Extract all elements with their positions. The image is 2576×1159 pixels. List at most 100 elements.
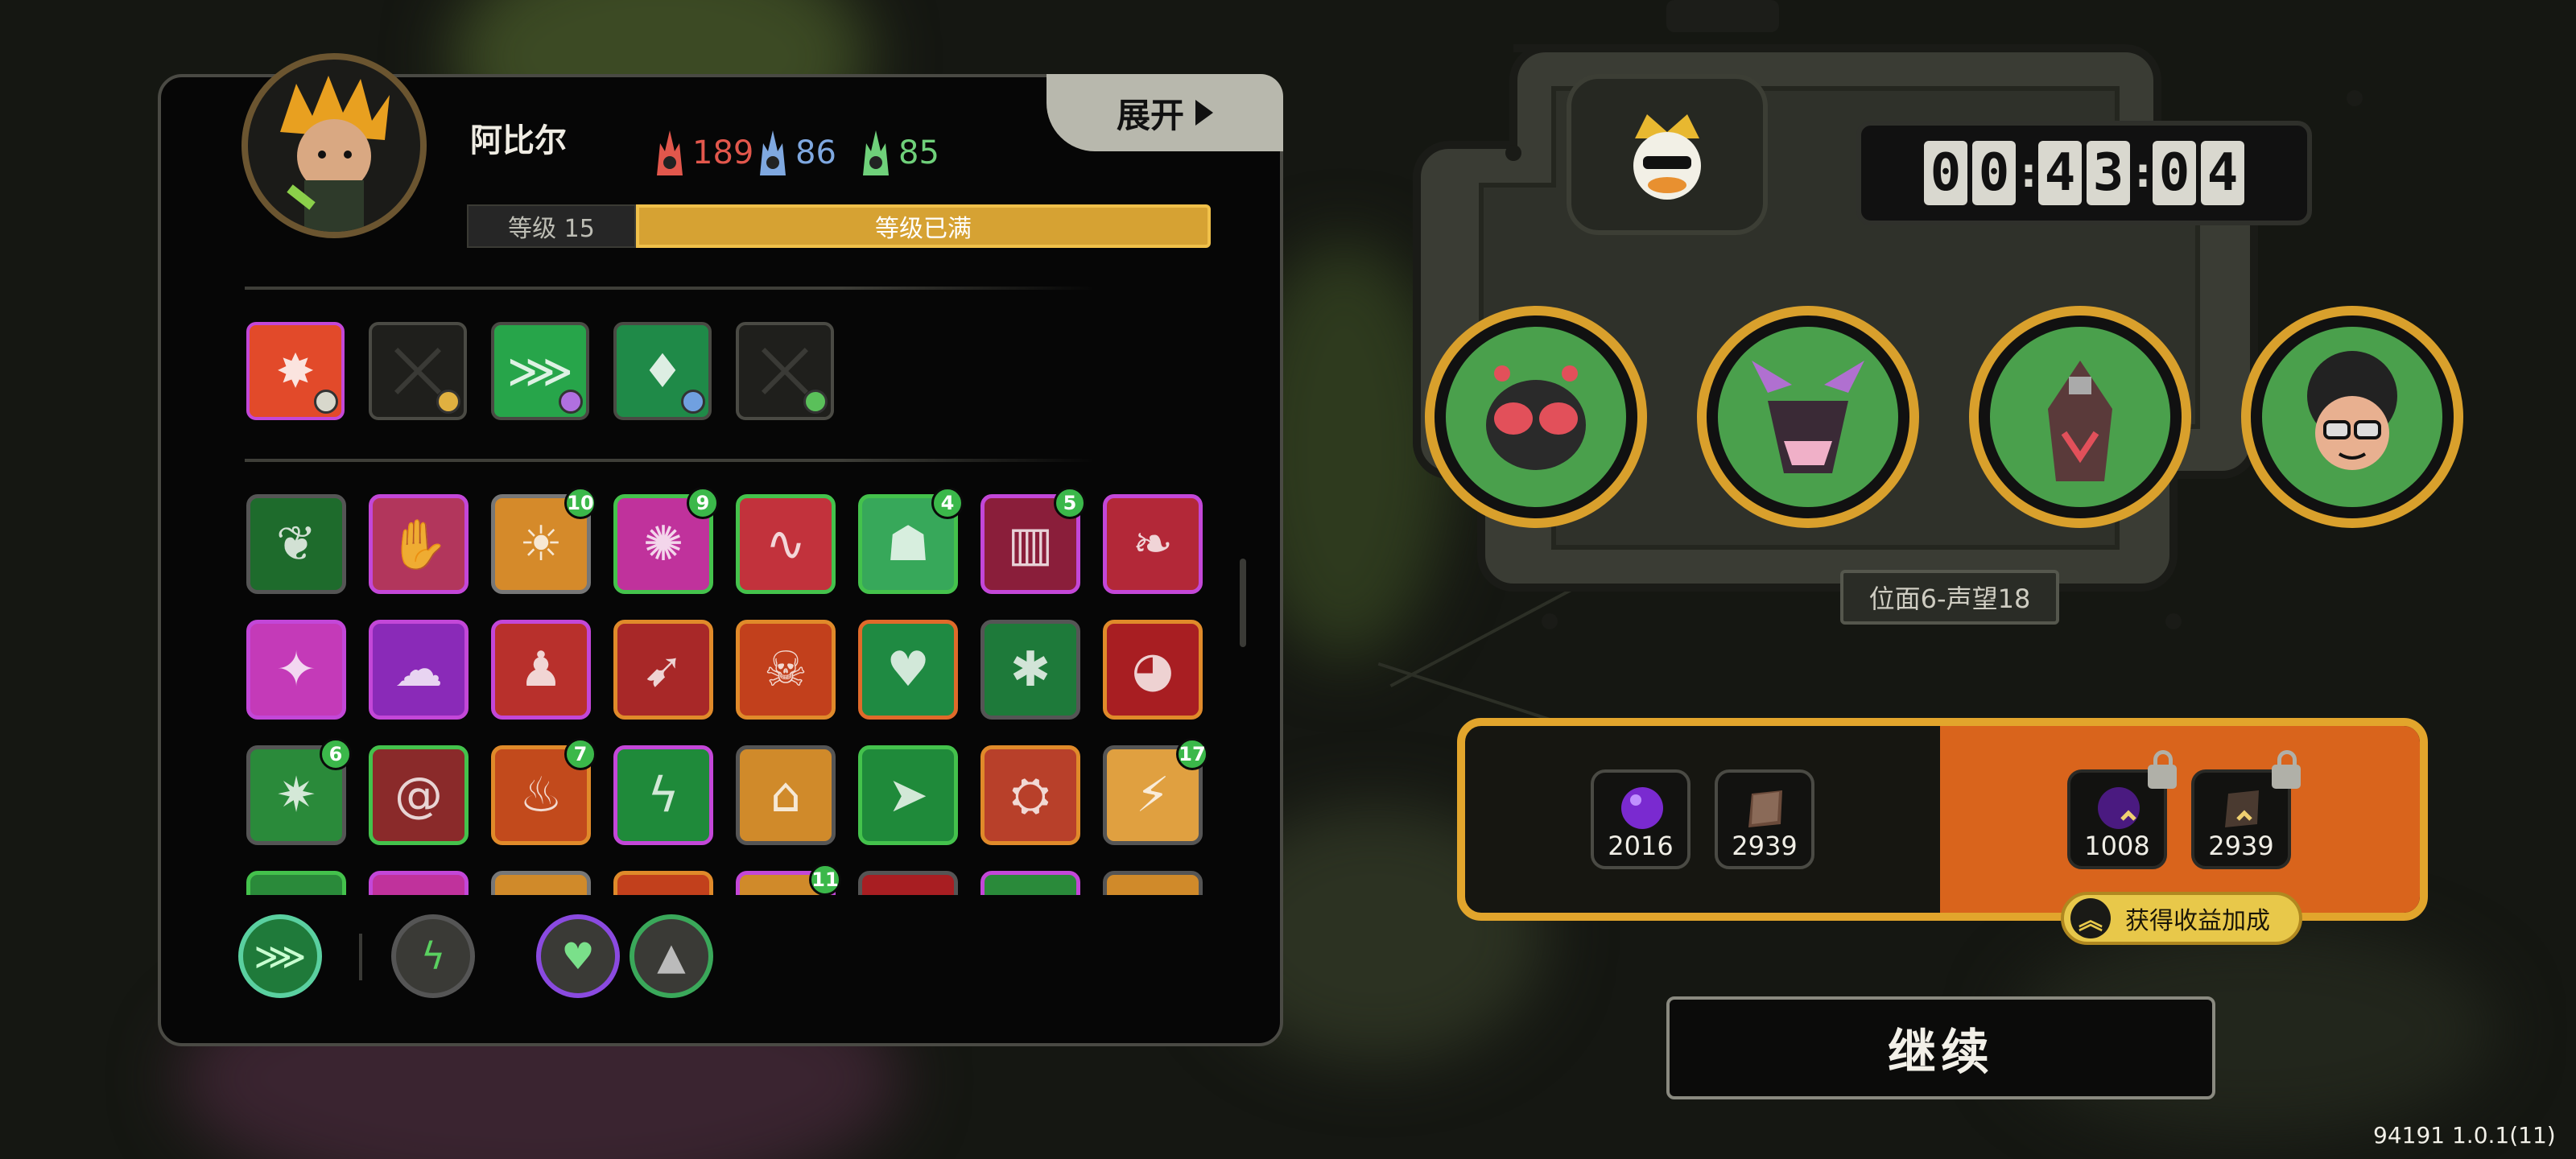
- timer-digit: 3: [2087, 141, 2130, 205]
- item-slot[interactable]: ☁: [369, 620, 469, 720]
- enemy-slot-1[interactable]: [1425, 306, 1647, 528]
- demon-face-icon: ☠: [764, 641, 807, 698]
- continue-button[interactable]: 继续: [1666, 996, 2215, 1099]
- enemy-slot-4[interactable]: [2241, 306, 2463, 528]
- lock-icon: [2272, 750, 2301, 789]
- triangle-filter-button[interactable]: ▲: [630, 914, 713, 998]
- blue-soul-value: 86: [795, 134, 836, 171]
- shrine-icon: ⌂: [770, 767, 802, 823]
- stack-count-badge: 9: [687, 488, 719, 519]
- item-slot[interactable]: ◎: [613, 871, 713, 895]
- level-status: 等级已满: [636, 204, 1211, 248]
- level-label: 等级 15: [467, 204, 636, 248]
- enemy-slot-3[interactable]: [1969, 306, 2191, 528]
- timer-digit: 0: [1924, 141, 1967, 205]
- item-slot[interactable]: ◐: [1103, 871, 1203, 895]
- item-partial-4-icon: ◎: [617, 875, 709, 895]
- section-divider-top: [245, 287, 1095, 290]
- income-bonus-button[interactable]: ︽ 获得收益加成: [2061, 892, 2302, 945]
- item-slot[interactable]: ∿: [736, 494, 836, 594]
- equip-slot-empty-1[interactable]: [369, 322, 467, 420]
- item-slot[interactable]: ♥: [858, 620, 958, 720]
- shield-icon: ⛭: [1011, 767, 1050, 823]
- lightning-icon: ϟ: [647, 767, 679, 823]
- item-slot[interactable]: ☠: [736, 620, 836, 720]
- item-slot[interactable]: ❧: [1103, 494, 1203, 594]
- item-slot[interactable]: 〰: [491, 871, 591, 895]
- stack-count-badge: 4: [931, 488, 964, 519]
- claw-filter-button[interactable]: ⋙: [238, 914, 322, 998]
- green-soul-icon: [863, 130, 889, 175]
- item-slot[interactable]: ✿: [246, 871, 346, 895]
- spike-icon: ➹: [642, 641, 684, 698]
- item-slot[interactable]: ☀ 10: [491, 488, 597, 594]
- item-grid-scrollbar[interactable]: [1240, 559, 1246, 647]
- equip-slot-green-claw[interactable]: ⋙: [491, 322, 589, 420]
- item-partial-2-icon: ✧: [373, 875, 464, 895]
- item-slot[interactable]: ☰: [858, 871, 958, 895]
- lightning-icon: ϟ: [420, 934, 446, 978]
- equip-slot-green-crystal[interactable]: ♦: [613, 322, 712, 420]
- reward-purple-orb[interactable]: 2016: [1591, 769, 1690, 869]
- slot-type-icon: [559, 390, 583, 414]
- item-slot[interactable]: ✋: [369, 494, 469, 594]
- timer-digit: 4: [2201, 141, 2244, 205]
- item-slot[interactable]: ◆11: [736, 864, 841, 895]
- crowned-duck-icon: [1633, 114, 1701, 200]
- equip-slot-empty-2[interactable]: [736, 322, 834, 420]
- green-soul-value: 85: [898, 134, 939, 171]
- item-slot[interactable]: ✧: [369, 871, 469, 895]
- enemy-slot-2[interactable]: [1697, 306, 1919, 528]
- red-soul-icon: [657, 130, 683, 175]
- hero-avatar[interactable]: [242, 53, 427, 238]
- item-slot[interactable]: ➤: [858, 745, 958, 845]
- spiral-icon: @: [394, 767, 443, 823]
- item-slot[interactable]: ☗ 4: [858, 488, 964, 594]
- reward-value: 1008: [2084, 831, 2150, 861]
- item-slot[interactable]: ✺ 9: [613, 488, 719, 594]
- afro-glasses-icon: [2307, 351, 2397, 470]
- blue-soul-stat: 86: [755, 127, 836, 179]
- item-partial-3-icon: 〰: [495, 875, 587, 895]
- slot-type-icon: [436, 390, 460, 414]
- equip-slot-explosion[interactable]: ✸: [246, 322, 345, 420]
- double-chevron-up-icon: ︽: [2070, 898, 2111, 938]
- heart-icon: ♥: [561, 934, 595, 978]
- timer-colon: :: [2021, 150, 2037, 196]
- boss-emblem[interactable]: [1567, 74, 1768, 235]
- item-slot[interactable]: ✦: [246, 620, 346, 720]
- lightning-filter-button[interactable]: ϟ: [391, 914, 475, 998]
- expand-button[interactable]: 展开: [1046, 74, 1283, 151]
- slot-type-icon: [803, 390, 828, 414]
- heart-icon: ♥: [886, 641, 930, 698]
- hooded-beast-icon: [2048, 361, 2112, 481]
- timer-colon: :: [2135, 150, 2151, 196]
- item-slot[interactable]: ❦: [246, 494, 346, 594]
- heart-filter-button[interactable]: ♥: [536, 914, 620, 998]
- item-slot[interactable]: ▥ 5: [980, 488, 1086, 594]
- reward-book[interactable]: 2939: [1715, 769, 1814, 869]
- item-slot[interactable]: ➹: [613, 620, 713, 720]
- reward-value: 2939: [2208, 831, 2274, 861]
- blue-soul-icon: [760, 130, 786, 175]
- reward-value: 2939: [1732, 831, 1798, 861]
- item-slot[interactable]: ♨ 7: [491, 738, 597, 845]
- item-slot[interactable]: @: [369, 745, 469, 845]
- feather-icon: ❧: [1132, 516, 1174, 572]
- bonus-rewards-area: [1940, 726, 2420, 913]
- ghost-icon: ☁: [394, 641, 443, 698]
- item-slot[interactable]: ♟: [491, 620, 591, 720]
- item-slot[interactable]: ✶: [980, 871, 1080, 895]
- item-slot[interactable]: ◕: [1103, 620, 1203, 720]
- item-partial-1-icon: ✿: [250, 875, 342, 895]
- item-slot[interactable]: ⌂: [736, 745, 836, 845]
- item-slot[interactable]: ✷ 6: [246, 738, 352, 845]
- stack-count-badge: 17: [1176, 738, 1208, 770]
- item-slot[interactable]: ϟ: [613, 745, 713, 845]
- item-slot[interactable]: ✱: [980, 620, 1080, 720]
- level-bar: 等级 15 等级已满: [467, 204, 1211, 248]
- item-slot[interactable]: ⛭: [980, 745, 1080, 845]
- item-slot[interactable]: ⚡ 17: [1103, 738, 1208, 845]
- item-partial-8-icon: ◐: [1107, 875, 1199, 895]
- timer-digit: 0: [1972, 141, 2016, 205]
